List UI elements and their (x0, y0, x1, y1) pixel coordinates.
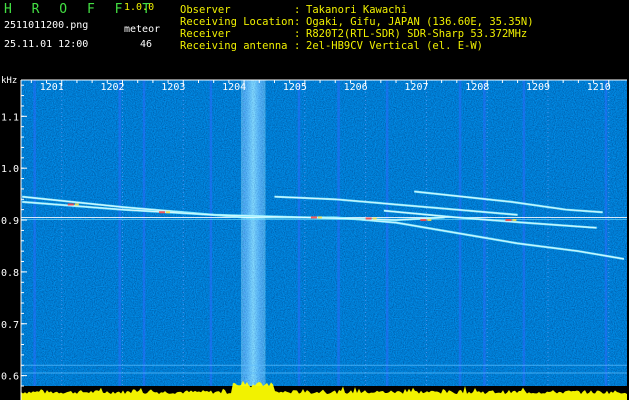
x-tick-label: 1205 (283, 82, 307, 93)
interference-streak (297, 80, 301, 386)
signal-highlight (505, 219, 512, 222)
x-tick-label: 1208 (465, 82, 489, 93)
x-tick-label: 1201 (40, 82, 64, 93)
noise-band-texture (241, 80, 266, 386)
noise-band-layer (241, 80, 266, 386)
interference-streak (33, 80, 36, 386)
signal-highlight (67, 203, 74, 206)
y-axis-label: kHz (1, 76, 17, 86)
interference-streak (604, 80, 608, 386)
receiver-sep: : (294, 28, 301, 40)
spectrogram-background (0, 74, 629, 400)
observer-sep: : (294, 4, 301, 16)
y-tick-label: 1.1 (1, 112, 19, 123)
location-value: Ogaki, Gifu, JAPAN (136.60E, 35.35N) (306, 16, 534, 28)
receiver-value: R820T2(RTL-SDR) SDR-Sharp 53.372MHz (306, 28, 528, 40)
interference-streak (209, 80, 213, 386)
interference-streak (483, 80, 486, 386)
antenna-value: 2el-HB9CV Vertical (el. E-W) (306, 40, 484, 52)
signal-highlight (74, 203, 79, 206)
interference-streak (142, 80, 146, 386)
signal-highlight (512, 219, 517, 222)
interference-streak (337, 80, 340, 386)
x-tick-label: 1204 (222, 82, 246, 93)
x-tick-label: 1210 (587, 82, 611, 93)
signal-highlight (165, 211, 170, 214)
meteor-label: meteor (124, 24, 161, 35)
interference-streak (118, 80, 121, 386)
signal-highlight (317, 216, 322, 219)
observer-value: Takanori Kawachi (306, 4, 408, 16)
x-tick-label: 1202 (101, 82, 125, 93)
location-label: Receiving Location (180, 16, 294, 28)
y-tick-label: 0.8 (1, 268, 19, 279)
y-tick-label: 0.6 (1, 372, 19, 383)
signal-highlight (427, 219, 432, 222)
antenna-label: Receiving antenna (180, 40, 288, 52)
interference-streak (522, 80, 526, 386)
noise-texture (21, 80, 627, 386)
signal-highlight (420, 219, 427, 222)
filename: 2511011200.png (4, 20, 89, 31)
datetime: 25.11.01 12:00 (4, 39, 89, 50)
app-version: 1.0.0 (124, 2, 155, 13)
meteor-count: 46 (140, 39, 153, 50)
spectrogram-chart: kHz 1201 1202 1203 1204 1205 1206 1207 1208 1209 1… (0, 74, 629, 400)
y-tick-label: 0.7 (1, 320, 19, 331)
header: H R O F F T 1.0.0 2511011200.png meteor … (0, 0, 629, 74)
signal-highlight (310, 216, 317, 219)
signal-highlight (372, 217, 377, 220)
interference-streak (385, 80, 389, 386)
observer-label: Observer (180, 4, 231, 16)
location-sep: : (294, 16, 301, 28)
signal-highlight (365, 217, 372, 220)
y-tick-label: 1.0 (1, 164, 19, 175)
signal-highlight (158, 211, 165, 214)
y-tick-label: 0.9 (1, 216, 19, 227)
x-tick-label: 1203 (161, 82, 185, 93)
x-tick-label: 1206 (344, 82, 368, 93)
x-tick-label: 1209 (526, 82, 550, 93)
x-tick-label: 1207 (404, 82, 428, 93)
receiver-label: Receiver (180, 28, 231, 40)
antenna-sep: : (294, 40, 301, 52)
